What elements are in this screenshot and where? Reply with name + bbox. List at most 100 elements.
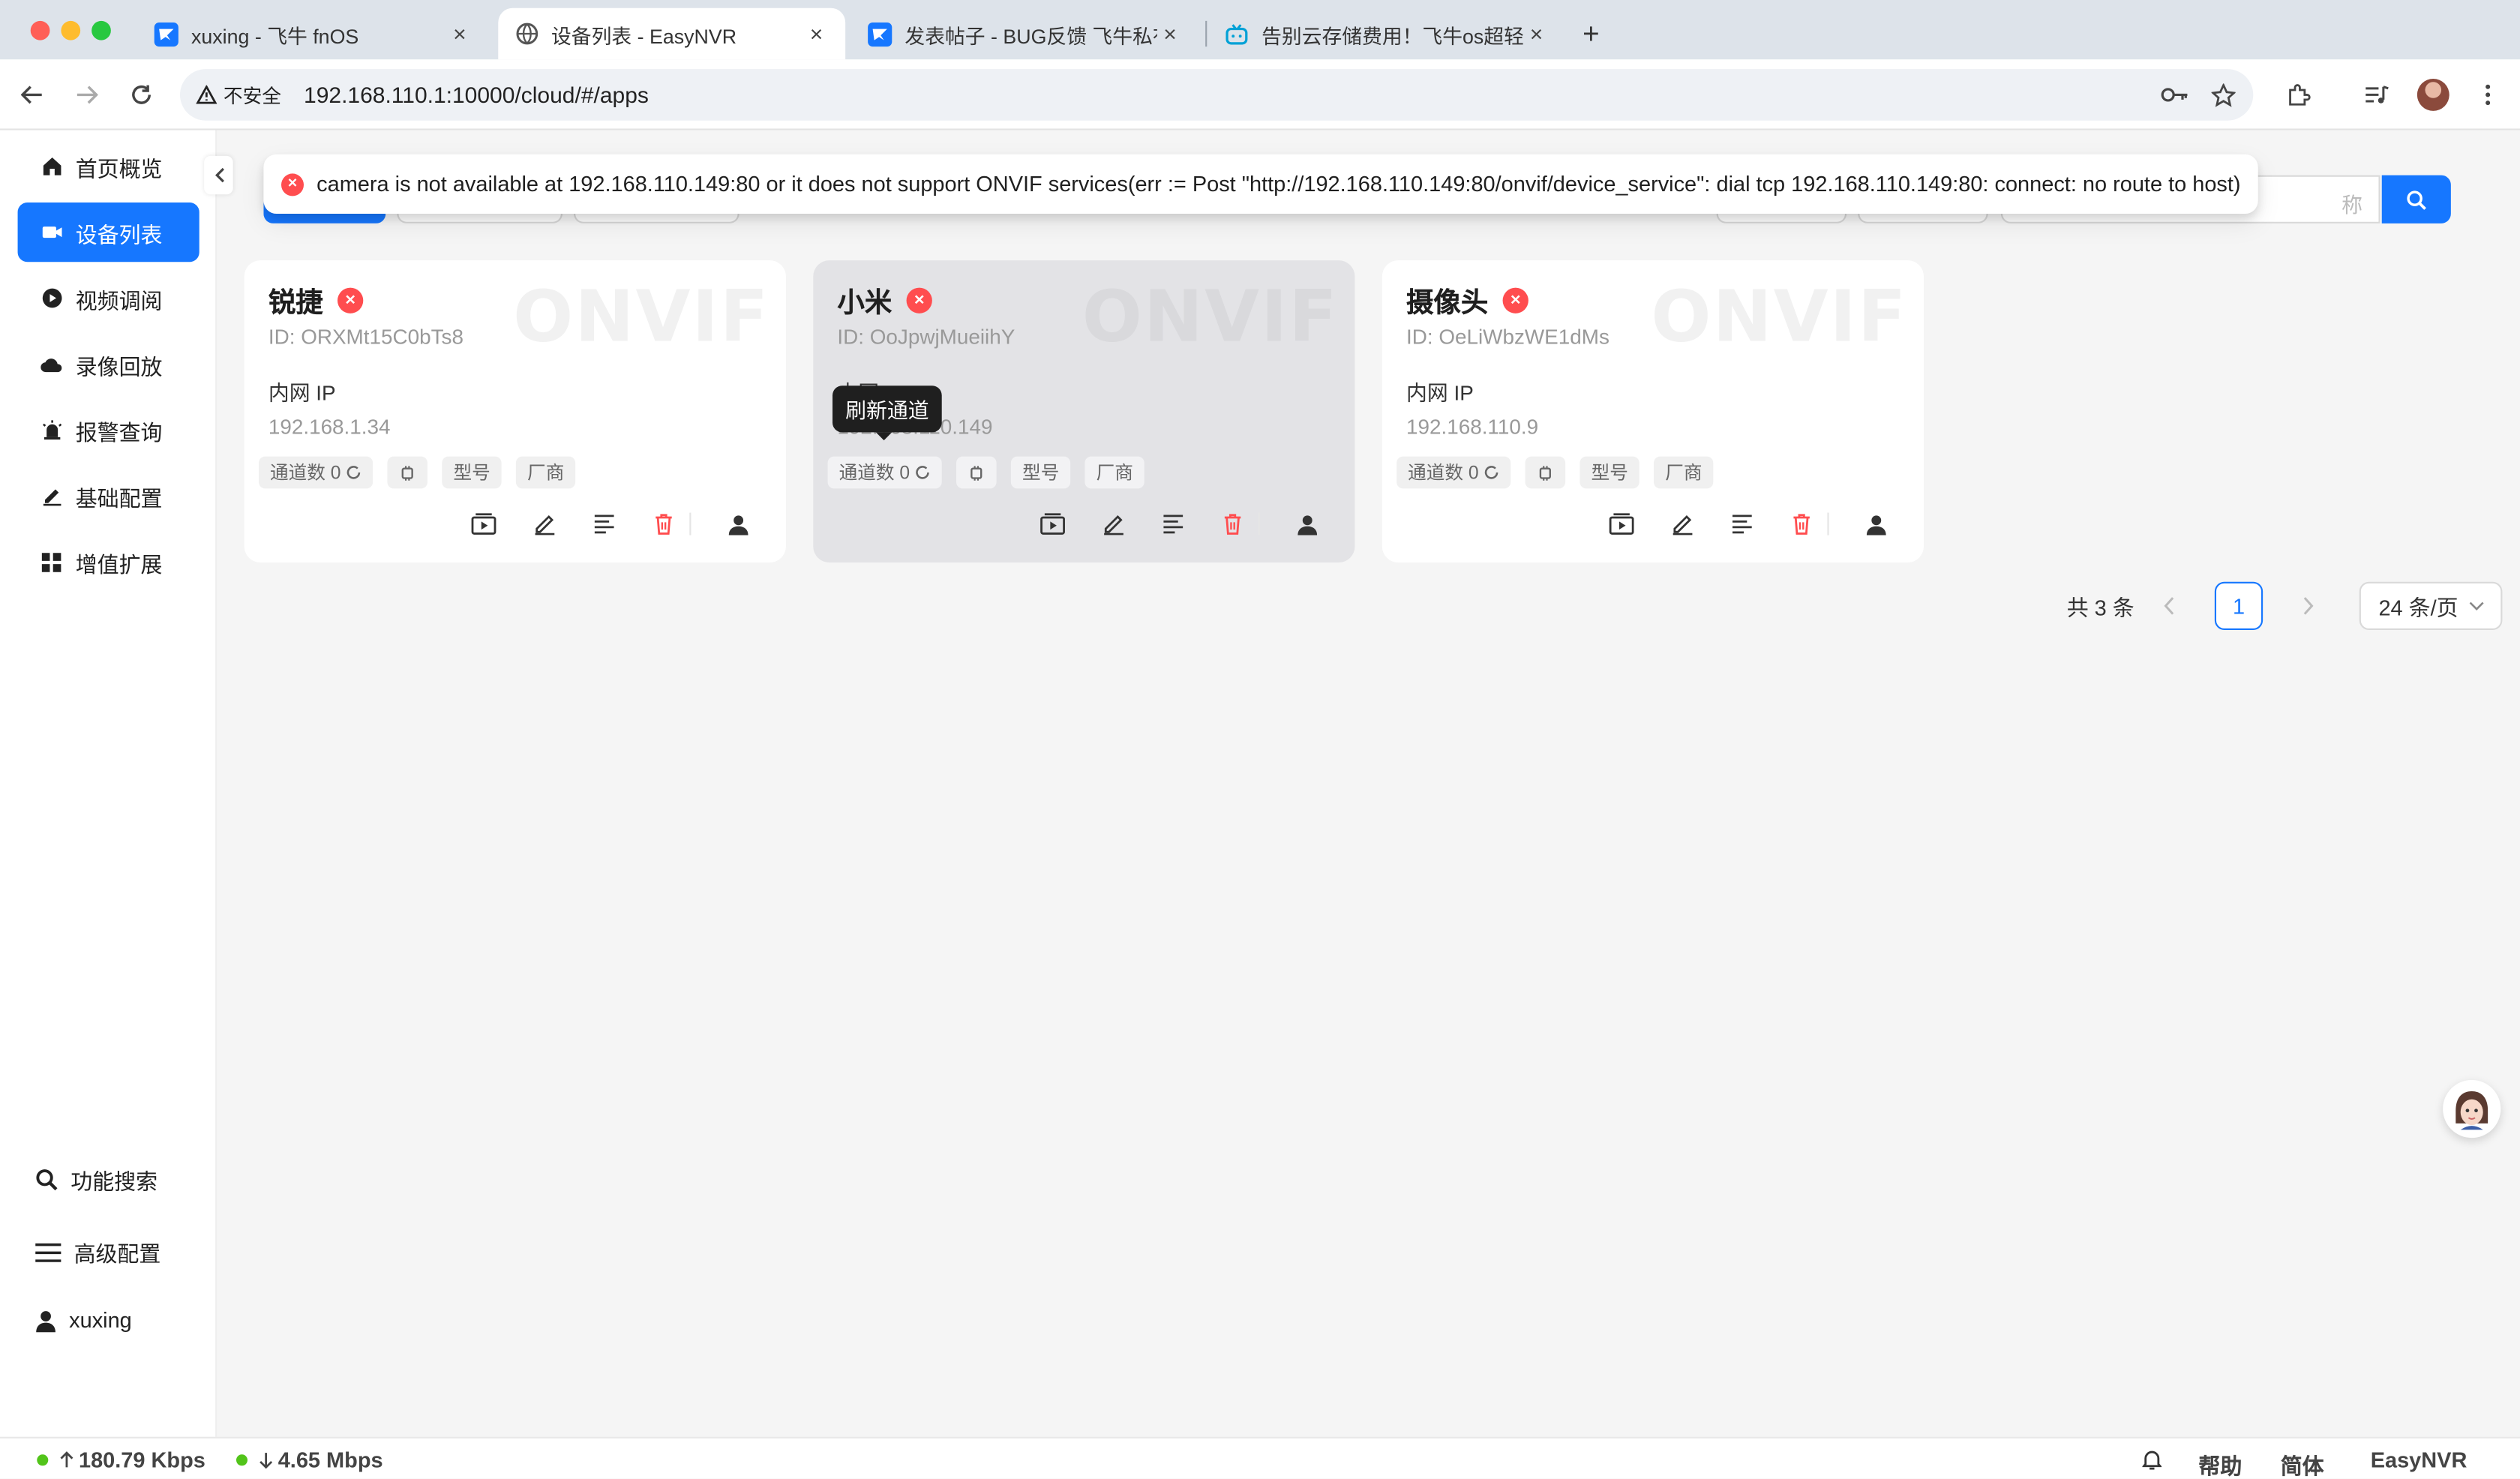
address-bar[interactable]: 不安全 192.168.110.1:10000/cloud/#/apps xyxy=(180,69,2254,121)
next-page-icon[interactable] xyxy=(2302,596,2314,616)
sidebar-item-label: 首页概览 xyxy=(75,156,163,182)
globe-icon xyxy=(514,22,538,46)
chip-icon xyxy=(401,465,414,480)
vendor-tag: 厂商 xyxy=(1654,456,1714,489)
channel-count-tag[interactable]: 通道数 0 xyxy=(259,456,374,489)
tab-close-icon[interactable]: × xyxy=(1523,21,1549,46)
media-control-icon[interactable] xyxy=(2358,76,2396,114)
edit-icon[interactable] xyxy=(1101,511,1126,536)
details-list-icon[interactable] xyxy=(1730,511,1755,536)
password-key-icon[interactable] xyxy=(2156,76,2194,114)
page-1-button[interactable]: 1 xyxy=(2214,581,2264,630)
sidebar-item-playback[interactable]: 录像回放 xyxy=(18,334,200,394)
browser-toolbar: 不安全 192.168.110.1:10000/cloud/#/apps xyxy=(0,59,2520,130)
channel-count-tag[interactable]: 通道数 0 xyxy=(827,456,942,489)
user-permission-icon[interactable] xyxy=(724,511,750,536)
assistant-avatar-button[interactable] xyxy=(2443,1080,2501,1138)
user-menu-button[interactable]: xuxing xyxy=(35,1308,132,1332)
window-zoom-button[interactable] xyxy=(92,20,111,40)
device-id: ID: OoJpwjMueiihY xyxy=(837,324,1016,349)
browser-tab-bilibili[interactable]: 告别云存储费用！飞牛os超轻松 × xyxy=(1208,8,1565,60)
delete-icon[interactable] xyxy=(651,511,676,536)
refresh-icon[interactable] xyxy=(914,464,930,480)
tab-close-icon[interactable]: × xyxy=(1157,21,1183,46)
pagination: 共 3 条 1 24 条/页 xyxy=(2066,581,2503,630)
forward-icon[interactable] xyxy=(68,76,106,114)
sidebar-item-basic-config[interactable]: 基础配置 xyxy=(18,466,200,525)
advanced-config-button[interactable]: 高级配置 xyxy=(35,1236,160,1268)
model-tag: 型号 xyxy=(1580,456,1640,489)
error-icon: × xyxy=(281,172,304,196)
details-list-icon[interactable] xyxy=(592,511,617,536)
actions-divider xyxy=(1258,512,1260,536)
model-tag: 型号 xyxy=(442,456,502,489)
extensions-icon[interactable] xyxy=(2279,76,2318,114)
tab-separator xyxy=(1205,20,1208,47)
window-close-button[interactable] xyxy=(30,20,50,40)
error-message-toast: × camera is not available at 192.168.110… xyxy=(263,154,2258,214)
preview-icon[interactable] xyxy=(1609,511,1634,536)
details-list-icon[interactable] xyxy=(1160,511,1186,536)
profile-avatar-icon[interactable] xyxy=(2414,76,2452,114)
sidebar-item-home[interactable]: 首页概览 xyxy=(18,136,200,196)
edit-icon[interactable] xyxy=(532,511,557,536)
bookmark-star-icon[interactable] xyxy=(2204,76,2242,114)
url-text[interactable]: 192.168.110.1:10000/cloud/#/apps xyxy=(304,82,649,107)
page-size-select[interactable]: 24 条/页 xyxy=(2359,581,2503,630)
channel-count: 通道数 0 xyxy=(838,464,910,484)
device-name: 锐捷 xyxy=(268,287,323,319)
preview-icon[interactable] xyxy=(1040,511,1065,536)
ip-label: 内网 IP xyxy=(268,380,336,405)
prev-page-icon[interactable] xyxy=(2163,596,2176,616)
tab-close-icon[interactable]: × xyxy=(447,21,472,46)
security-indicator[interactable]: 不安全 xyxy=(196,81,281,108)
back-icon[interactable] xyxy=(13,76,51,114)
user-permission-icon[interactable] xyxy=(1863,511,1888,536)
refresh-icon[interactable] xyxy=(346,464,362,480)
sidebar-item-video[interactable]: 视频调阅 xyxy=(18,268,200,328)
browser-tab-easynvr[interactable]: 设备列表 - EasyNVR × xyxy=(498,8,846,60)
sidebar-item-alarm[interactable]: 报警查询 xyxy=(18,400,200,460)
sidebar-item-label: 录像回放 xyxy=(75,354,163,379)
sidebar-item-label: 基础配置 xyxy=(75,486,163,511)
fnos-icon xyxy=(868,21,892,46)
chevron-left-icon xyxy=(214,167,224,183)
search-button[interactable] xyxy=(2381,175,2451,224)
browser-tab-bug-report[interactable]: 发表帖子 - BUG反馈 飞牛私有云 × xyxy=(852,8,1199,60)
edit-icon[interactable] xyxy=(1670,511,1695,536)
reload-icon[interactable] xyxy=(122,76,160,114)
language-switch[interactable]: 简体 xyxy=(2281,1448,2324,1479)
chip-tag xyxy=(956,456,997,489)
sidebar-item-extensions[interactable]: 增值扩展 xyxy=(18,532,200,591)
new-tab-button[interactable]: + xyxy=(1572,8,1610,60)
arrow-up-icon xyxy=(59,1451,74,1469)
user-permission-icon[interactable] xyxy=(1294,511,1319,536)
delete-icon[interactable] xyxy=(1220,511,1245,536)
search-icon xyxy=(2407,190,2426,209)
upload-speed-value: 180.79 Kbps xyxy=(79,1448,206,1472)
sidebar-collapse-button[interactable] xyxy=(204,155,233,195)
channel-count-tag[interactable]: 通道数 0 xyxy=(1396,456,1511,489)
browser-tab-fnos[interactable]: xuxing - 飞牛 fnOS × xyxy=(138,8,488,60)
delete-icon[interactable] xyxy=(1789,511,1814,536)
download-speed-value: 4.65 Mbps xyxy=(278,1448,383,1472)
sidebar-item-device-list[interactable]: 设备列表 xyxy=(17,202,200,262)
actions-divider xyxy=(689,512,692,536)
download-speed: 4.65 Mbps xyxy=(236,1448,383,1472)
warning-icon xyxy=(196,85,218,105)
user-icon xyxy=(35,1309,56,1332)
refresh-icon[interactable] xyxy=(1484,464,1499,480)
chip-tag xyxy=(1525,456,1566,489)
tab-close-icon[interactable]: × xyxy=(803,21,829,46)
device-card[interactable]: ONVIF 摄像头 × ID: OeLiWbzWE1dMs 内网 IP 192.1… xyxy=(1382,260,1924,562)
total-count: 共 3 条 xyxy=(2066,596,2134,621)
function-search-button[interactable]: 功能搜索 xyxy=(35,1163,158,1196)
device-id: ID: ORXMt15C0bTs8 xyxy=(268,324,464,349)
onvif-watermark: ONVIF xyxy=(1651,276,1908,358)
browser-menu-icon[interactable] xyxy=(2468,76,2506,114)
window-minimize-button[interactable] xyxy=(61,20,81,40)
device-card[interactable]: ONVIF 锐捷 × ID: ORXMt15C0bTs8 内网 IP 192.16… xyxy=(244,260,786,562)
preview-icon[interactable] xyxy=(471,511,496,536)
notification-bell-icon[interactable] xyxy=(2142,1448,2162,1471)
help-link[interactable]: 帮助 xyxy=(2198,1448,2242,1479)
